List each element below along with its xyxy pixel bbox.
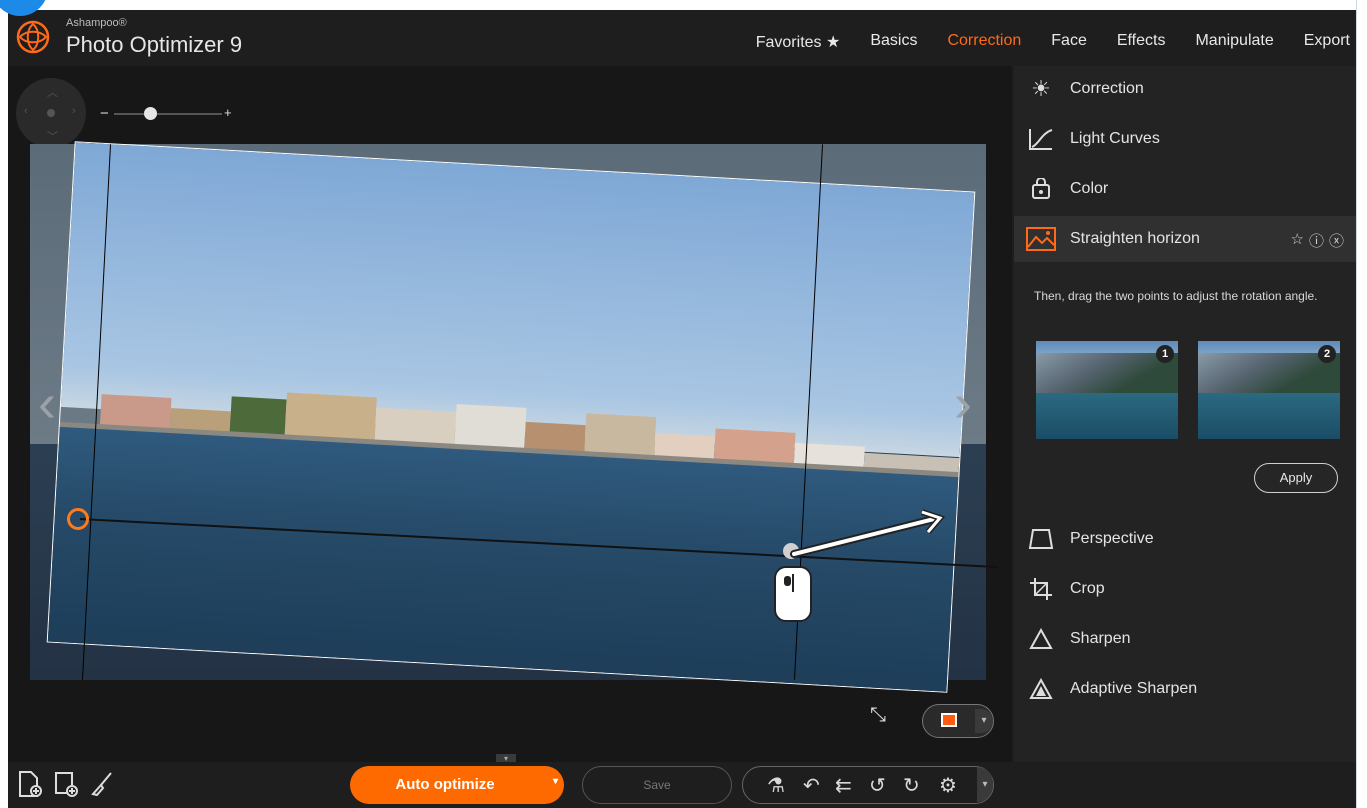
panel-item-light-curves[interactable]: Light Curves <box>1014 116 1356 162</box>
panel-item-crop[interactable]: Crop <box>1014 566 1356 612</box>
zoom-in-icon[interactable]: + <box>224 105 232 120</box>
undo-icon[interactable]: ↶ <box>803 773 820 798</box>
example-thumbnail-1: 1 <box>1036 341 1178 439</box>
top-bar: Ashampoo® Photo Optimizer 9 Favorites ★ … <box>8 10 1356 66</box>
window-edge <box>1356 0 1367 808</box>
panel-item-perspective[interactable]: Perspective <box>1014 516 1356 562</box>
pan-up-icon: ︿ <box>47 87 58 99</box>
zoom-out-icon[interactable]: − <box>100 105 109 122</box>
panel-item-correction[interactable]: ☀ Correction <box>1014 66 1356 112</box>
magic-wand-icon[interactable]: ⚗ <box>767 773 785 798</box>
pan-right-icon: › <box>72 105 76 117</box>
panel-item-color[interactable]: Color <box>1014 166 1356 212</box>
add-folder-icon[interactable] <box>52 770 80 798</box>
curve-icon <box>1026 124 1056 154</box>
perspective-icon <box>1026 524 1056 554</box>
sun-icon: ☀ <box>1031 76 1051 101</box>
prev-image-arrow-icon[interactable]: ‹ <box>38 376 56 430</box>
panel-item-adaptive-sharpen[interactable]: Adaptive Sharpen <box>1014 666 1356 712</box>
tools-panel: ☀ Correction Light Curves Color Straight… <box>1014 66 1356 808</box>
nav-face[interactable]: Face <box>1051 32 1087 52</box>
rotate-right-icon[interactable]: ↻ <box>903 773 920 798</box>
filled-triangle-icon <box>1026 674 1056 704</box>
chevron-down-icon[interactable]: ▾ <box>975 709 993 733</box>
pan-down-icon: ﹀ <box>47 131 58 143</box>
app-window: Ashampoo® Photo Optimizer 9 Favorites ★ … <box>8 10 1356 808</box>
app-title: Photo Optimizer 9 <box>66 32 243 57</box>
landscape-icon <box>1026 224 1056 254</box>
nav-correction[interactable]: Correction <box>947 32 1021 52</box>
panel-item-straighten-horizon[interactable]: Straighten horizon ☆ ⓘ ⓧ <box>1014 216 1356 262</box>
chevron-down-icon[interactable]: ▾ <box>977 767 993 802</box>
zoom-track[interactable] <box>114 113 222 115</box>
compare-view-toggle[interactable]: ▾ <box>922 704 994 738</box>
panel-item-actions: ☆ ⓘ ⓧ <box>1291 230 1344 251</box>
color-bucket-icon <box>1026 174 1056 204</box>
mouse-hint-icon <box>774 566 812 622</box>
drag-arrow-icon <box>790 509 946 558</box>
pan-navigator[interactable]: ︿ ﹀ ‹ › <box>16 78 86 148</box>
fit-to-screen-icon[interactable]: ⤡ <box>870 704 902 736</box>
chevron-down-icon[interactable]: ▾ <box>553 776 558 787</box>
bottom-toolbar: Auto optimize ▾ Save ⚗ ↶ ⇇ ↺ ↻ ⚙ ▾ <box>8 762 1356 808</box>
zoom-knob[interactable] <box>144 107 157 120</box>
nav-export[interactable]: Export <box>1304 32 1350 52</box>
ashampoo-logo-icon <box>16 20 50 54</box>
straighten-hint-text: Then, drag the two points to adjust the … <box>1034 289 1318 303</box>
pan-center-dot <box>47 109 55 117</box>
crop-icon <box>1026 574 1056 604</box>
save-button[interactable]: Save <box>582 766 732 804</box>
nav-manipulate[interactable]: Manipulate <box>1195 32 1273 52</box>
split-view-icon <box>941 713 957 727</box>
pan-left-icon: ‹ <box>24 105 28 117</box>
panel-item-sharpen[interactable]: Sharpen <box>1014 616 1356 662</box>
nav-basics[interactable]: Basics <box>870 32 917 52</box>
step-badge-2: 2 <box>1318 345 1336 363</box>
triangle-icon <box>1026 624 1056 654</box>
rotate-left-icon[interactable]: ↺ <box>869 773 886 798</box>
horizon-point-1[interactable] <box>67 508 89 530</box>
nav-effects[interactable]: Effects <box>1117 32 1166 52</box>
rotated-photo[interactable] <box>46 141 976 693</box>
image-canvas[interactable]: ︿ ﹀ ‹ › − + ‹ › ⤡ ▾ <box>8 66 1012 766</box>
zoom-slider[interactable]: − + <box>100 104 236 124</box>
gear-icon[interactable]: ⚙ <box>939 773 957 798</box>
close-icon[interactable]: ⓧ <box>1329 230 1344 251</box>
vendor-name: Ashampoo® <box>66 17 127 29</box>
apply-button[interactable]: Apply <box>1254 463 1338 493</box>
help-icon[interactable]: ⓘ <box>1309 230 1324 251</box>
add-file-icon[interactable] <box>16 770 44 798</box>
edit-tools-group: ⚗ ↶ ⇇ ↺ ↻ ⚙ ▾ <box>742 766 994 804</box>
next-image-arrow-icon[interactable]: › <box>954 376 972 430</box>
brush-clean-icon[interactable] <box>88 770 116 798</box>
undo-all-icon[interactable]: ⇇ <box>835 773 852 798</box>
auto-optimize-button[interactable]: Auto optimize ▾ <box>350 766 564 804</box>
example-thumbnail-2: 2 <box>1198 341 1340 439</box>
step-badge-1: 1 <box>1156 345 1174 363</box>
favorite-star-icon[interactable]: ☆ <box>1291 230 1304 251</box>
main-nav: Favorites ★ Basics Correction Face Effec… <box>726 32 1350 52</box>
nav-favorites[interactable]: Favorites ★ <box>756 32 841 52</box>
